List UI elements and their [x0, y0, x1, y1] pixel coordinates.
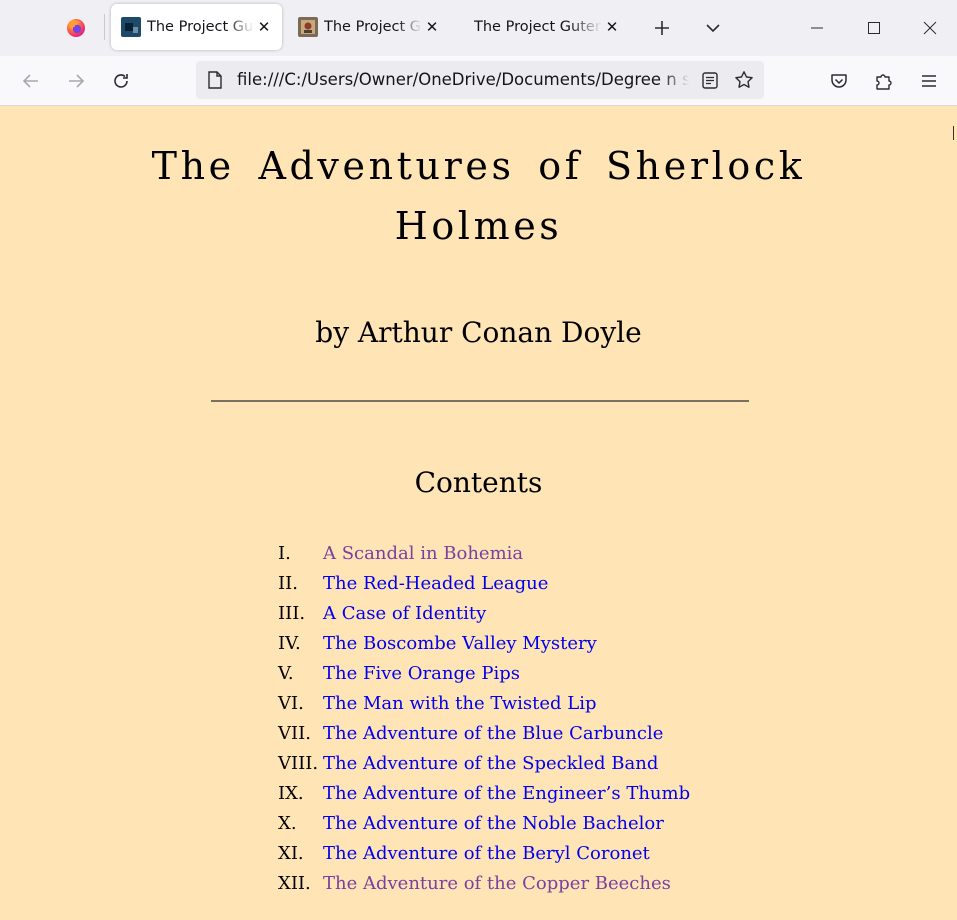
toc-item: VI. The Man with the Twisted Lip: [278, 689, 690, 719]
scrollbar[interactable]: [953, 126, 954, 140]
app-menu-button[interactable]: [916, 68, 942, 94]
tab-strip: The Project Gutenberg eBook of The Adven…: [0, 0, 957, 56]
firefox-logo-icon[interactable]: [66, 18, 86, 38]
navigation-toolbar: file:///C:/Users/Owner/OneDrive/Document…: [0, 56, 957, 106]
tab-gutenberg-1[interactable]: The Project Gutenberg eBook of The Adven…: [111, 4, 282, 50]
toc-link[interactable]: The Man with the Twisted Lip: [323, 689, 597, 719]
toc-link[interactable]: The Adventure of the Engineer’s Thumb: [323, 779, 690, 809]
toc-link[interactable]: A Scandal in Bohemia: [323, 539, 523, 569]
toc-link[interactable]: The Adventure of the Noble Bachelor: [323, 809, 664, 839]
reload-button[interactable]: [108, 68, 134, 94]
close-window-button[interactable]: [915, 14, 945, 42]
toc-link[interactable]: The Adventure of the Beryl Coronet: [323, 839, 650, 869]
book-author: by Arthur Conan Doyle: [315, 316, 642, 349]
url-bar[interactable]: file:///C:/Users/Owner/OneDrive/Document…: [196, 61, 764, 99]
toc-number: V.: [278, 663, 294, 684]
document-icon: [208, 71, 222, 89]
toc-item: XI. The Adventure of the Beryl Coronet: [278, 839, 690, 869]
tab-close-icon[interactable]: ✕: [424, 18, 440, 36]
toc-item: X. The Adventure of the Noble Bachelor: [278, 809, 690, 839]
reader-view-icon[interactable]: [702, 72, 718, 89]
toc-number: VII.: [278, 723, 311, 744]
toc-item: IX. The Adventure of the Engineer’s Thumb: [278, 779, 690, 809]
toc-item: VII. The Adventure of the Blue Carbuncle: [278, 719, 690, 749]
toc-item: I. A Scandal in Bohemia: [278, 539, 690, 569]
tab-separator: [104, 14, 105, 40]
tab-title: The Project Gutenberg eBook of The Adven…: [147, 19, 254, 35]
book-title: The Adventures of Sherlock Holmes: [100, 136, 857, 256]
minimize-button[interactable]: [802, 14, 832, 42]
toc-item: XII. The Adventure of the Copper Beeches: [278, 869, 690, 899]
chevron-down-icon: [706, 24, 720, 33]
minimize-icon: [811, 27, 823, 29]
toc-number: XII.: [278, 873, 311, 894]
pocket-button[interactable]: [826, 68, 852, 94]
toc-number: III.: [278, 603, 306, 624]
extensions-button[interactable]: [871, 68, 897, 94]
tab-close-icon[interactable]: ✕: [604, 18, 620, 36]
toc-link[interactable]: The Red-Headed League: [323, 569, 548, 599]
toc-item: II. The Red-Headed League: [278, 569, 690, 599]
tab-close-icon[interactable]: ✕: [256, 18, 272, 36]
toc-link[interactable]: The Five Orange Pips: [323, 659, 520, 689]
hamburger-icon: [922, 75, 936, 87]
new-tab-button[interactable]: [650, 16, 674, 40]
back-button[interactable]: [18, 68, 44, 94]
toc-item: IV. The Boscombe Valley Mystery: [278, 629, 690, 659]
toc-number: VI.: [278, 693, 304, 714]
list-all-tabs-button[interactable]: [701, 16, 725, 40]
arrow-left-icon: [22, 74, 38, 88]
toc-item: III. A Case of Identity: [278, 599, 690, 629]
star-icon[interactable]: [734, 70, 754, 90]
book-title-line-1: The Adventures of Sherlock: [151, 144, 806, 188]
table-of-contents: I. A Scandal in Bohemia II. The Red-Headed …: [278, 539, 690, 899]
book-cover-favicon-icon: [298, 17, 318, 37]
plus-icon: [655, 21, 669, 35]
toc-number: IV.: [278, 633, 301, 654]
tab-gutenberg-2[interactable]: The Project Gutenberg eBook ✕: [288, 4, 450, 50]
pocket-icon: [831, 74, 847, 88]
toc-number: I.: [278, 543, 291, 564]
maximize-icon: [868, 22, 880, 34]
book-title-line-2: Holmes: [394, 204, 563, 248]
toc-item: VIII. The Adventure of the Speckled Band: [278, 749, 690, 779]
contents-heading: Contents: [414, 466, 543, 499]
toc-number: IX.: [278, 783, 304, 804]
toc-number: XI.: [278, 843, 304, 864]
toc-number: X.: [278, 813, 297, 834]
page-content: The Adventures of Sherlock Holmes by Art…: [0, 106, 957, 920]
puzzle-icon: [876, 74, 892, 90]
book-cover-favicon-icon: [121, 17, 141, 37]
divider: [211, 400, 749, 402]
toc-number: II.: [278, 573, 298, 594]
url-text[interactable]: file:///C:/Users/Owner/OneDrive/Document…: [237, 61, 689, 99]
tab-gutenberg-3[interactable]: The Project Gutenberg eBook ✕: [464, 4, 630, 50]
toc-link[interactable]: The Adventure of the Copper Beeches: [323, 869, 671, 899]
forward-button[interactable]: [63, 68, 89, 94]
tab-title: The Project Gutenberg eBook: [324, 19, 422, 35]
maximize-button[interactable]: [859, 14, 889, 42]
toc-link[interactable]: A Case of Identity: [323, 599, 486, 629]
toc-item: V. The Five Orange Pips: [278, 659, 690, 689]
toc-link[interactable]: The Adventure of the Blue Carbuncle: [323, 719, 663, 749]
close-icon: [923, 21, 937, 35]
tab-title: The Project Gutenberg eBook: [474, 19, 602, 35]
reload-icon: [114, 74, 128, 88]
toc-number: VIII.: [278, 753, 319, 774]
toc-link[interactable]: The Adventure of the Speckled Band: [323, 749, 658, 779]
toc-link[interactable]: The Boscombe Valley Mystery: [323, 629, 597, 659]
arrow-right-icon: [69, 74, 85, 88]
